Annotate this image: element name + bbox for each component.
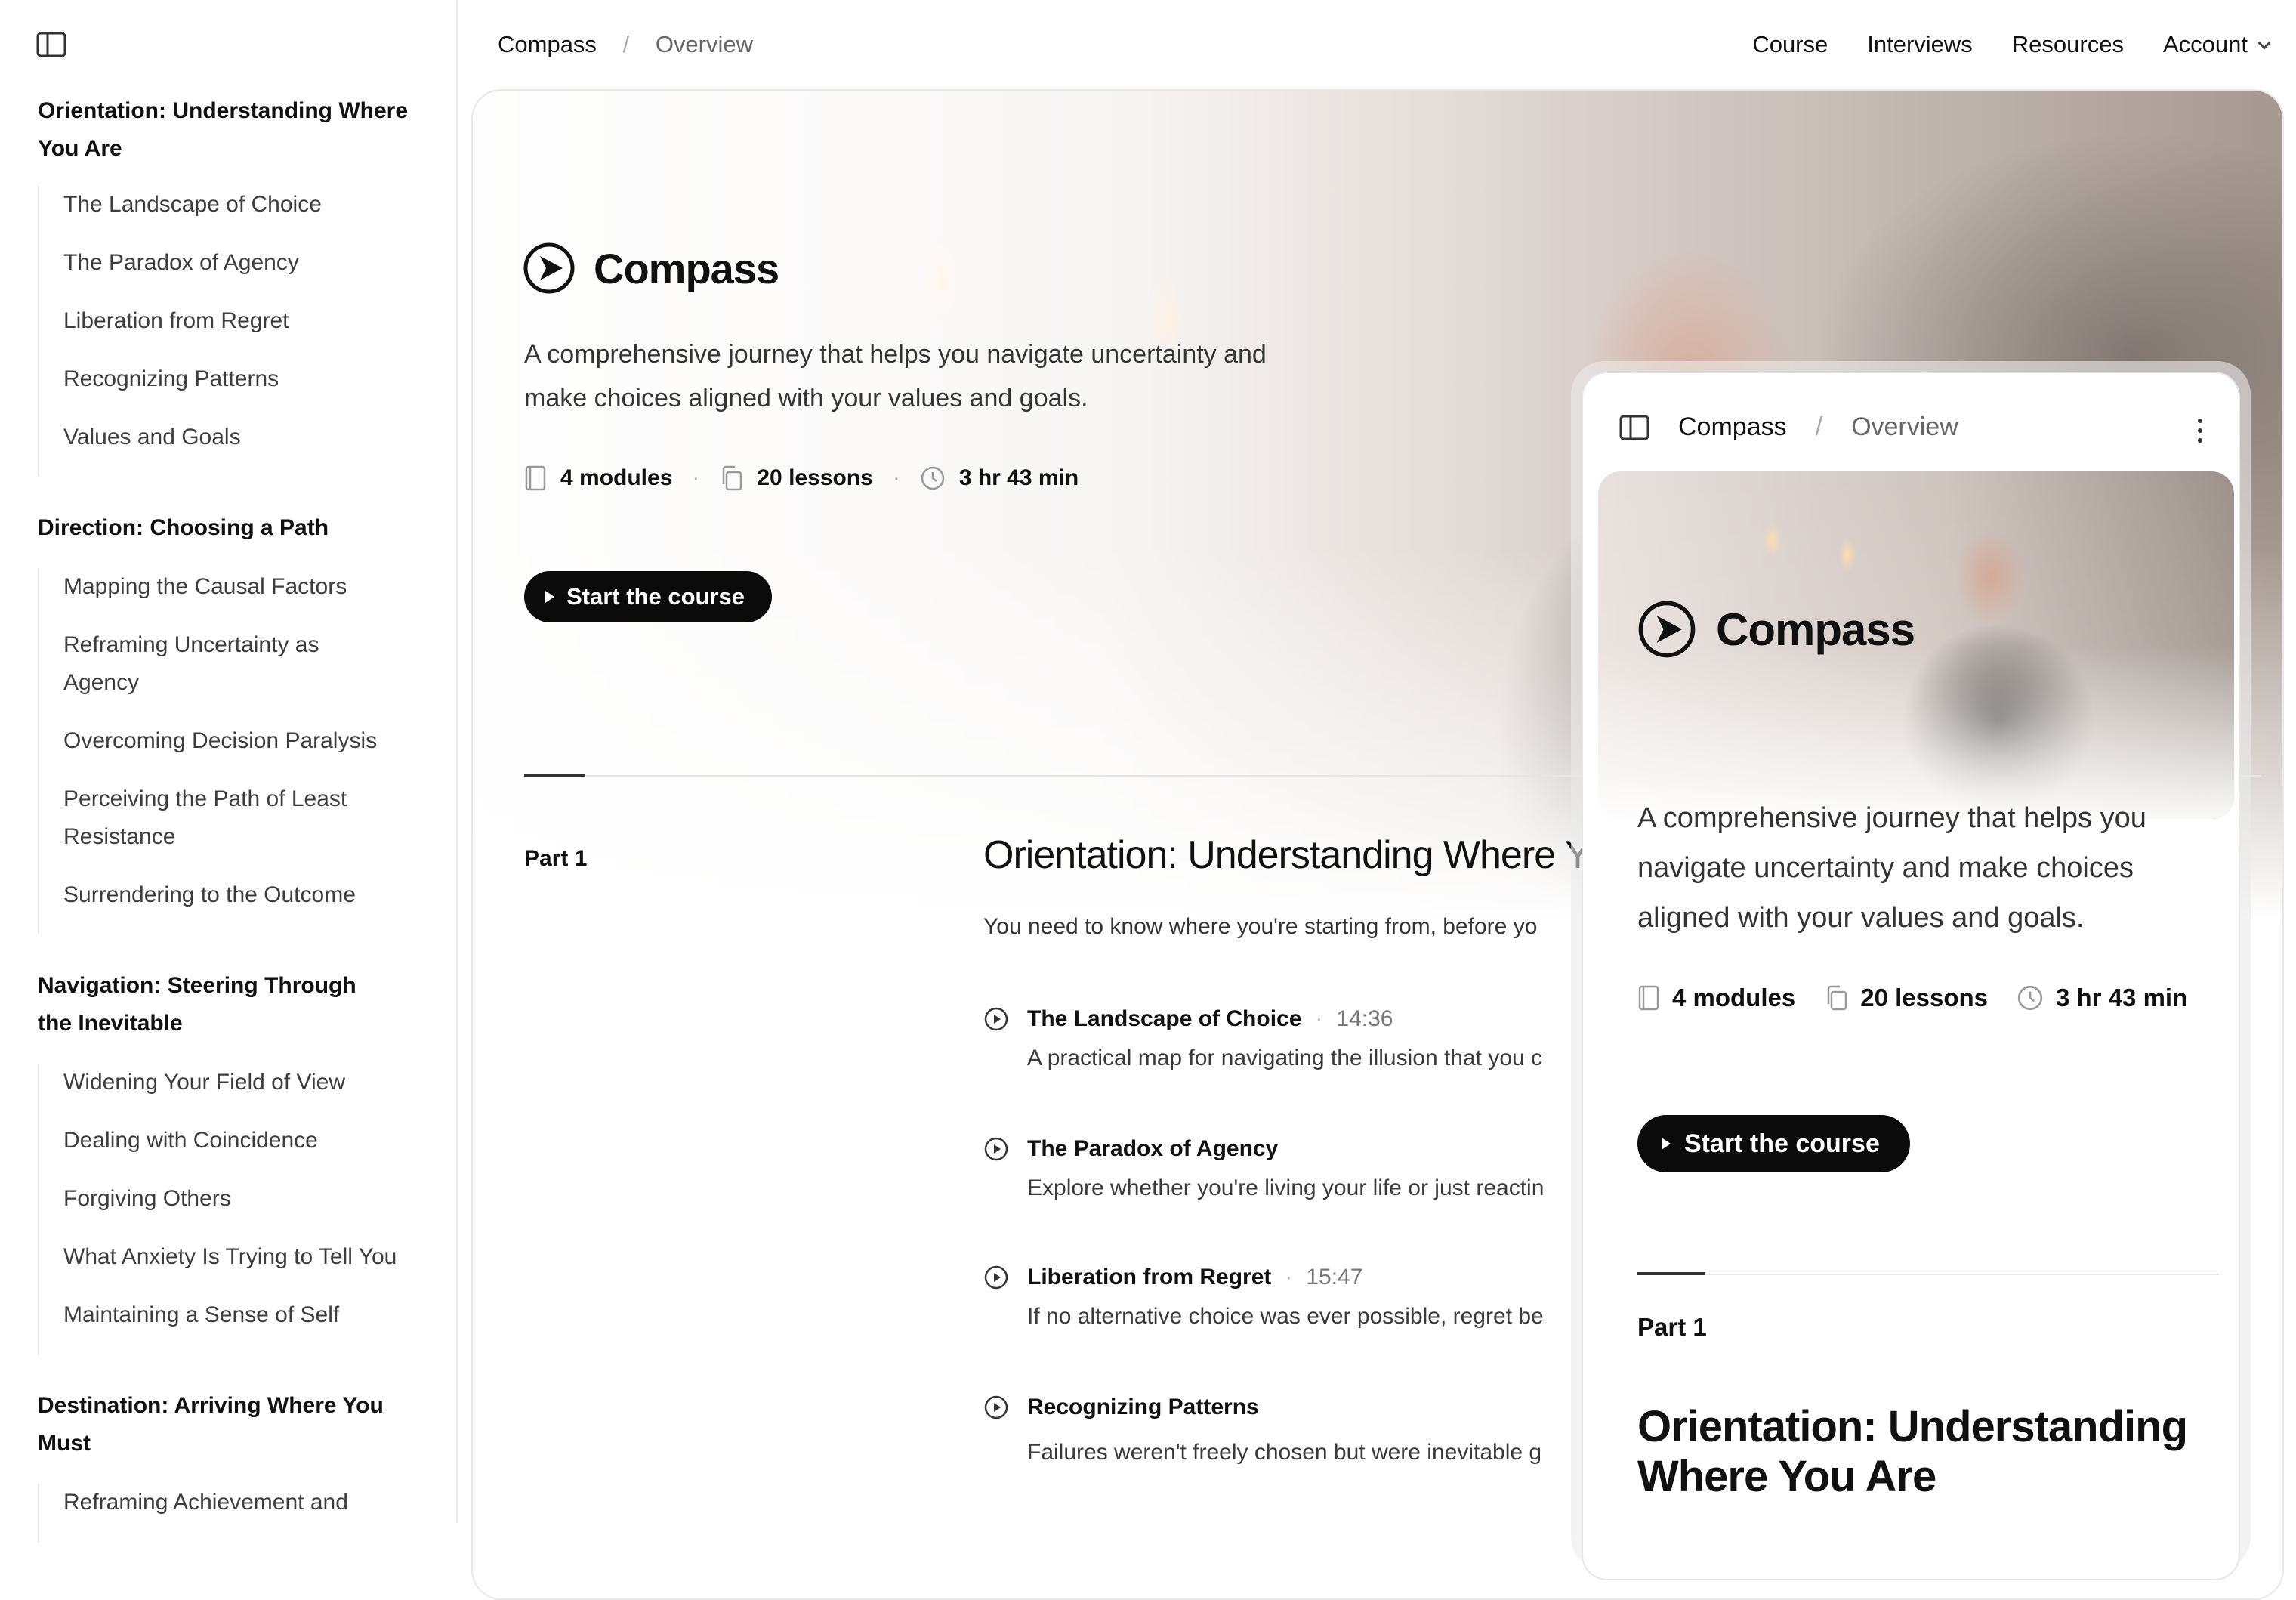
- mobile-part-label: Part 1: [1637, 1313, 1707, 1341]
- sidebar-lesson-item[interactable]: Maintaining a Sense of Self: [39, 1296, 430, 1334]
- nav-resources[interactable]: Resources: [2012, 26, 2124, 63]
- sidebar-lesson-item[interactable]: Surrendering to the Outcome: [39, 876, 430, 914]
- nav-interviews[interactable]: Interviews: [1867, 26, 1973, 63]
- sidebar-toggle-icon[interactable]: [36, 32, 66, 57]
- sidebar-lesson-item[interactable]: Forgiving Others: [39, 1180, 430, 1218]
- stat-duration: 3 hr 43 min: [920, 465, 1079, 491]
- breadcrumb: Compass / Overview: [498, 26, 753, 63]
- mobile-section-divider-accent: [1637, 1272, 1705, 1275]
- mobile-section-divider: [1637, 1274, 2219, 1275]
- sidebar-lesson-item[interactable]: What Anxiety Is Trying to Tell You: [39, 1238, 430, 1276]
- play-compass-icon: [1638, 601, 1696, 658]
- mobile-brand: Compass: [1637, 600, 1915, 659]
- stat-lessons-label: 20 lessons: [757, 465, 873, 490]
- sidebar-lesson-group: Reframing Achievement and: [38, 1484, 430, 1542]
- stat-duration-label: 3 hr 43 min: [2056, 984, 2188, 1012]
- mobile-preview-frame: Compass / Overview Compass A comprehensi…: [1571, 361, 2251, 1580]
- stat-modules: 4 modules: [524, 465, 672, 491]
- start-course-button[interactable]: Start the course: [524, 571, 773, 622]
- clock-icon: [921, 466, 945, 490]
- stat-duration: 3 hr 43 min: [2017, 984, 2187, 1012]
- sidebar-lesson-item[interactable]: Mapping the Causal Factors: [39, 568, 430, 606]
- lesson-title: Liberation from Regret: [1027, 1265, 1272, 1290]
- stat-duration-label: 3 hr 43 min: [958, 465, 1079, 490]
- breadcrumb-current: Overview: [655, 31, 754, 57]
- sidebar-lesson-item[interactable]: Overcoming Decision Paralysis: [39, 722, 430, 760]
- mobile-start-course-label: Start the course: [1684, 1129, 1880, 1158]
- course-description: A comprehensive journey that helps you n…: [524, 340, 1267, 412]
- sidebar-module-title[interactable]: Destination: Arriving Where You Must: [38, 1387, 385, 1463]
- sidebar-module-title[interactable]: Orientation: Understanding Where You Are: [38, 92, 430, 168]
- play-circle-icon: [984, 1007, 1008, 1031]
- course-title: Compass: [594, 244, 779, 292]
- play-icon: [1662, 1138, 1671, 1150]
- stat-modules-label: 4 modules: [1672, 984, 1796, 1012]
- sidebar-lesson-item[interactable]: Reframing Achievement and: [39, 1484, 430, 1521]
- lesson-title: The Paradox of Agency: [1027, 1136, 1279, 1161]
- breadcrumb-root[interactable]: Compass: [498, 31, 597, 57]
- stat-separator: ·: [692, 465, 700, 490]
- play-circle-icon: [984, 1265, 1008, 1290]
- sidebar-lesson-item[interactable]: Liberation from Regret: [39, 302, 430, 340]
- sidebar-lesson-item[interactable]: Perceiving the Path of Least Resistance: [39, 780, 387, 856]
- section-divider-accent: [524, 774, 585, 777]
- mobile-preview: Compass / Overview Compass A comprehensi…: [1582, 372, 2240, 1580]
- chevron-down-icon: [2257, 36, 2271, 50]
- sidebar-lesson-group: The Landscape of Choice The Paradox of A…: [38, 186, 430, 477]
- part-label: Part 1: [524, 846, 588, 871]
- nav-course[interactable]: Course: [1752, 26, 1828, 63]
- lesson-title: Recognizing Patterns: [1027, 1395, 1259, 1419]
- mobile-breadcrumb-current: Overview: [1851, 412, 1958, 441]
- course-sidebar: Orientation: Understanding Where You Are…: [0, 0, 458, 1542]
- sidebar-lesson-item[interactable]: Recognizing Patterns: [39, 360, 430, 398]
- play-icon: [545, 591, 554, 603]
- stat-lessons-label: 20 lessons: [1860, 984, 1988, 1012]
- play-circle-icon: [984, 1395, 1008, 1419]
- copy-icon: [1827, 985, 1847, 1011]
- sidebar-lesson-item[interactable]: The Paradox of Agency: [39, 244, 430, 282]
- play-circle-icon: [984, 1137, 1008, 1161]
- play-compass-icon: [523, 242, 575, 294]
- mobile-part-title: Orientation: Understanding Where You Are: [1637, 1402, 2188, 1501]
- sidebar-lesson-item[interactable]: Reframing Uncertainty as Agency: [39, 626, 356, 702]
- mobile-start-course-button[interactable]: Start the course: [1637, 1115, 1910, 1172]
- sidebar-lesson-group: Widening Your Field of View Dealing with…: [38, 1064, 430, 1354]
- stat-modules: 4 modules: [1637, 984, 1795, 1012]
- brand: Compass: [523, 242, 779, 295]
- nav-account[interactable]: Account: [2162, 26, 2271, 63]
- top-nav: Course Interviews Resources Account: [1752, 26, 2271, 63]
- lesson-duration: 15:47: [1306, 1265, 1363, 1290]
- kebab-icon[interactable]: [2198, 419, 2204, 448]
- breadcrumb-separator: /: [622, 31, 630, 57]
- sidebar-toggle-icon[interactable]: [1619, 415, 1649, 440]
- sidebar-module-title[interactable]: Navigation: Steering Through the Inevita…: [38, 967, 385, 1042]
- mobile-course-title: Compass: [1716, 604, 1915, 655]
- stat-lessons: 20 lessons: [1824, 984, 1988, 1012]
- lesson-title: The Landscape of Choice: [1027, 1006, 1302, 1031]
- stat-separator: ·: [892, 465, 900, 490]
- mobile-course-description: A comprehensive journey that helps you n…: [1637, 802, 2146, 934]
- mobile-topbar: Compass / Overview: [1619, 412, 1958, 442]
- copy-icon: [723, 465, 742, 491]
- nav-account-label: Account: [2162, 31, 2248, 57]
- course-stats: 4 modules · 20 lessons · 3 hr 43 min: [524, 465, 1079, 491]
- sidebar-module-title[interactable]: Direction: Choosing a Path: [38, 509, 430, 547]
- lesson-duration: 14:36: [1336, 1006, 1393, 1031]
- sidebar-lesson-item[interactable]: Values and Goals: [39, 419, 430, 456]
- lesson-separator: ·: [1315, 1006, 1323, 1031]
- stat-lessons: 20 lessons: [719, 465, 873, 491]
- sidebar-lesson-item[interactable]: Widening Your Field of View: [39, 1064, 430, 1101]
- mobile-course-stats: 4 modules 20 lessons 3 hr 43 min: [1637, 984, 2187, 1012]
- sidebar-lesson-item[interactable]: The Landscape of Choice: [39, 186, 430, 224]
- sidebar-lesson-group: Mapping the Causal Factors Reframing Unc…: [38, 568, 430, 934]
- clock-icon: [2017, 985, 2043, 1011]
- sidebar-lesson-item[interactable]: Dealing with Coincidence: [39, 1122, 430, 1160]
- lesson-separator: ·: [1285, 1265, 1293, 1290]
- book-icon: [1638, 985, 1659, 1011]
- mobile-breadcrumb-root[interactable]: Compass: [1678, 412, 1787, 442]
- stat-modules-label: 4 modules: [560, 465, 673, 490]
- book-icon: [525, 465, 546, 491]
- mobile-breadcrumb-separator: /: [1815, 412, 1823, 441]
- start-course-label: Start the course: [566, 583, 745, 610]
